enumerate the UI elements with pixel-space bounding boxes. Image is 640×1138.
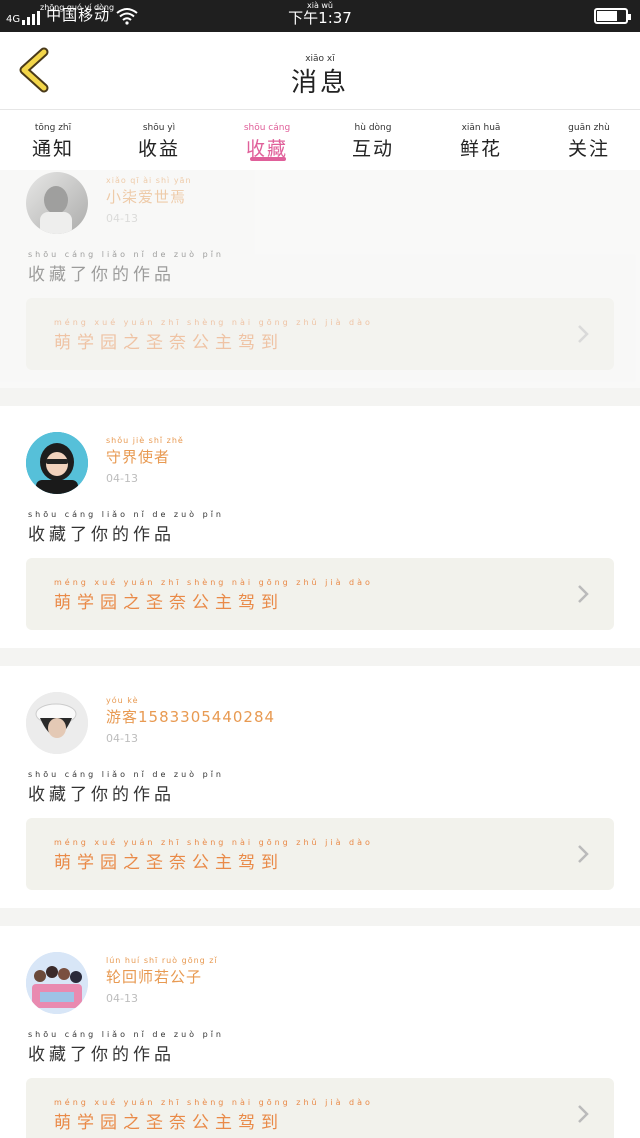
tab-bar: tōng zhī 通知 shōu yì 收益 shōu cáng 收藏 hù d… [0, 110, 640, 170]
notification-card: yóu kè 游客1583305440284 04-13 shōu cáng l… [0, 666, 640, 908]
notification-card: lún huí shī ruò gōng zǐ 轮回师若公子 04-13 shō… [0, 926, 640, 1138]
username[interactable]: yóu kè 游客1583305440284 [106, 696, 275, 727]
action-label: 收藏了你的作品 [28, 785, 175, 805]
action-label: 收藏了你的作品 [28, 265, 175, 285]
username-text: 小柒爱世焉 [106, 188, 187, 206]
work-link[interactable]: méng xué yuán zhī shèng nài gōng zhǔ jià… [26, 558, 614, 630]
avatar[interactable] [26, 952, 88, 1014]
notification-date: 04-13 [106, 992, 138, 1005]
avatar[interactable] [26, 432, 88, 494]
work-title-text: 萌学园之圣奈公主驾到 [54, 1113, 284, 1133]
tab-favorites[interactable]: shōu cáng 收藏 [222, 122, 312, 161]
work-link[interactable]: méng xué yuán zhī shèng nài gōng zhǔ jià… [26, 298, 614, 370]
chevron-right-icon [578, 585, 589, 603]
page-title: 消息 [290, 68, 349, 98]
tab-label: 通知 [31, 138, 74, 160]
tab-label: 关注 [567, 138, 610, 160]
tab-label: 互动 [351, 138, 394, 160]
tab-pinyin: guān zhù [568, 123, 610, 133]
tab-following[interactable]: guān zhù 关注 [544, 122, 634, 161]
notification-card: shǒu jiè shǐ zhě 守界使者 04-13 shōu cáng li… [0, 406, 640, 648]
action-pinyin: shōu cáng liǎo nǐ de zuò pǐn [28, 510, 224, 519]
action-label: 收藏了你的作品 [28, 525, 175, 545]
tab-label: 鲜花 [459, 138, 502, 160]
tab-flowers[interactable]: xiān huā 鲜花 [436, 122, 526, 161]
tab-interactions[interactable]: hù dòng 互动 [328, 122, 418, 161]
tab-pinyin: tōng zhī [34, 123, 72, 133]
avatar[interactable] [26, 172, 88, 234]
action-label: 收藏了你的作品 [28, 1045, 175, 1065]
action-text: shōu cáng liǎo nǐ de zuò pǐn 收藏了你的作品 [28, 510, 224, 545]
action-pinyin: shōu cáng liǎo nǐ de zuò pǐn [28, 770, 224, 779]
username[interactable]: lún huí shī ruò gōng zǐ 轮回师若公子 [106, 956, 218, 987]
username-text: 游客1583305440284 [106, 708, 276, 726]
tab-earnings[interactable]: shōu yì 收益 [114, 122, 204, 161]
username-text: 守界使者 [106, 448, 171, 466]
username-pinyin: lún huí shī ruò gōng zǐ [106, 956, 218, 965]
username-pinyin: shǒu jiè shǐ zhě [106, 436, 184, 445]
notification-date: 04-13 [106, 472, 138, 485]
tab-pinyin: hù dòng [354, 123, 392, 133]
username-text: 轮回师若公子 [106, 968, 203, 986]
work-title-text: 萌学园之圣奈公主驾到 [54, 333, 284, 353]
work-title: méng xué yuán zhī shèng nài gōng zhǔ jià… [54, 318, 373, 353]
work-title-text: 萌学园之圣奈公主驾到 [54, 853, 284, 873]
avatar[interactable] [26, 692, 88, 754]
action-text: shōu cáng liǎo nǐ de zuò pǐn 收藏了你的作品 [28, 1030, 224, 1065]
tab-notifications[interactable]: tōng zhī 通知 [8, 122, 98, 161]
tab-label: 收益 [137, 138, 180, 160]
notification-date: 04-13 [106, 732, 138, 745]
action-text: shōu cáng liǎo nǐ de zuò pǐn 收藏了你的作品 [28, 770, 224, 805]
chevron-right-icon [578, 325, 589, 343]
work-title-pinyin: méng xué yuán zhī shèng nài gōng zhǔ jià… [54, 838, 373, 847]
work-title: méng xué yuán zhī shèng nài gōng zhǔ jià… [54, 838, 373, 873]
work-title-pinyin: méng xué yuán zhī shèng nài gōng zhǔ jià… [54, 578, 373, 587]
username-pinyin: yóu kè [106, 696, 139, 705]
action-text: shōu cáng liǎo nǐ de zuò pǐn 收藏了你的作品 [28, 250, 224, 285]
action-pinyin: shōu cáng liǎo nǐ de zuò pǐn [28, 250, 224, 259]
username[interactable]: shǒu jiè shǐ zhě 守界使者 [106, 436, 184, 467]
username-pinyin: xiǎo qī ài shì yān [106, 176, 192, 185]
tab-pinyin: shōu cáng [243, 123, 291, 133]
notification-date: 04-13 [106, 212, 138, 225]
header: xiāo xī 消息 [0, 32, 640, 110]
tab-pinyin: xiān huā [461, 123, 501, 133]
chevron-right-icon [578, 845, 589, 863]
work-title-text: 萌学园之圣奈公主驾到 [54, 593, 284, 613]
notification-card: xiǎo qī ài shì yān 小柒爱世焉 04-13 shōu cáng… [0, 170, 640, 388]
time-pinyin: xià wǔ [306, 1, 333, 10]
battery-icon [594, 8, 631, 24]
action-pinyin: shōu cáng liǎo nǐ de zuò pǐn [28, 1030, 224, 1039]
tab-pinyin: shōu yì [142, 123, 176, 133]
work-link[interactable]: méng xué yuán zhī shèng nài gōng zhǔ jià… [26, 818, 614, 890]
work-title: méng xué yuán zhī shèng nài gōng zhǔ jià… [54, 578, 373, 613]
work-title-pinyin: méng xué yuán zhī shèng nài gōng zhǔ jià… [54, 318, 373, 327]
work-title-pinyin: méng xué yuán zhī shèng nài gōng zhǔ jià… [54, 1098, 373, 1107]
work-link[interactable]: méng xué yuán zhī shèng nài gōng zhǔ jià… [26, 1078, 614, 1138]
active-tab-indicator [250, 157, 286, 161]
chevron-right-icon [578, 1105, 589, 1123]
username[interactable]: xiǎo qī ài shì yān 小柒爱世焉 [106, 176, 192, 207]
work-title: méng xué yuán zhī shèng nài gōng zhǔ jià… [54, 1098, 373, 1133]
